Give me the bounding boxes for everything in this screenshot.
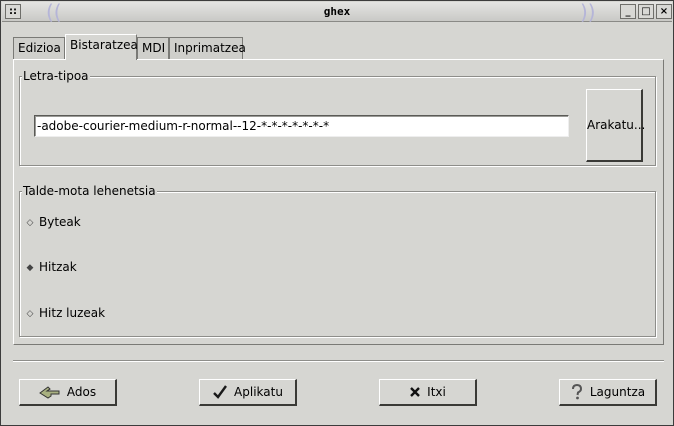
x-icon — [409, 386, 421, 398]
apply-label: Aplikatu — [234, 385, 283, 399]
title-bar[interactable]: :: (( ghex )) _ □ × — [2, 2, 672, 22]
font-frame-title: Letra-tipoa — [22, 69, 90, 83]
font-frame: Letra-tipoa -adobe-courier-medium-r-norm… — [19, 69, 656, 166]
radio-diamond-icon[interactable]: ◇ — [24, 306, 36, 322]
tab-mdi[interactable]: MDI — [137, 37, 169, 59]
ok-button[interactable]: Ados — [19, 379, 117, 406]
separator — [13, 360, 664, 362]
minimize-button[interactable]: _ — [620, 4, 636, 19]
radio-byteak[interactable]: ◇ Byteak — [24, 214, 81, 230]
group-type-frame: Talde-mota lehenetsia ◇ Byteak ◆ Hitzak ◇ H… — [19, 184, 656, 337]
radio-hitzak[interactable]: ◆ Hitzak — [24, 259, 77, 275]
radio-hitz-luzeak[interactable]: ◇ Hitz luzeak — [24, 305, 106, 322]
help-button[interactable]: Laguntza — [559, 379, 657, 406]
close-button[interactable]: Itxi — [379, 379, 477, 406]
close-window-button[interactable]: × — [656, 4, 672, 19]
font-name-input[interactable]: -adobe-courier-medium-r-normal--12-*-*-*… — [34, 115, 569, 137]
preferences-dialog: :: (( ghex )) _ □ × Edizioa Bistaratzea … — [0, 0, 674, 426]
group-type-frame-title: Talde-mota lehenetsia — [22, 184, 157, 198]
checkmark-icon — [212, 384, 228, 400]
close-label: Itxi — [427, 385, 446, 399]
radio-diamond-icon[interactable]: ◇ — [24, 215, 36, 231]
maximize-button[interactable]: □ — [638, 4, 654, 19]
help-label: Laguntza — [589, 385, 646, 399]
question-icon — [570, 384, 584, 400]
ok-label: Ados — [66, 385, 97, 399]
hand-pointing-icon — [39, 384, 61, 400]
apply-button[interactable]: Aplikatu — [199, 379, 297, 406]
radio-label: Hitzak — [39, 260, 77, 274]
tab-edizioa[interactable]: Edizioa — [13, 37, 65, 59]
tab-inprimatzea[interactable]: Inprimatzea — [169, 37, 246, 59]
window-title: ghex — [323, 5, 351, 18]
radio-label: Byteak — [39, 215, 81, 229]
tab-bistaratzea[interactable]: Bistaratzea — [65, 34, 138, 60]
radio-label: Hitz luzeak — [39, 306, 106, 320]
radio-diamond-selected-icon[interactable]: ◆ — [24, 260, 36, 276]
browse-font-button[interactable]: Arakatu... — [586, 89, 645, 162]
title-decoration-right: )) — [580, 0, 596, 24]
